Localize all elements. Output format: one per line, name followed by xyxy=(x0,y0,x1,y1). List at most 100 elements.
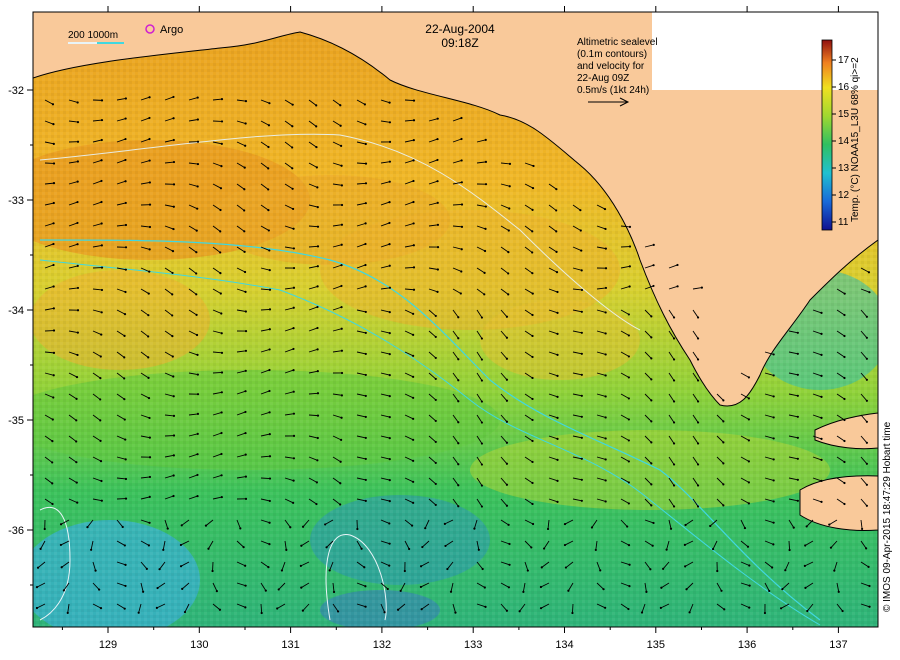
velocity-arrow-head xyxy=(204,524,208,527)
velocity-arrow-head xyxy=(386,587,389,591)
velocity-arrow-head xyxy=(796,373,799,376)
velocity-arrow-head xyxy=(650,441,653,444)
velocity-arrow-head xyxy=(100,288,104,292)
velocity-arrow-head xyxy=(388,353,391,356)
velocity-arrow-head xyxy=(696,379,700,382)
velocity-arrow-head xyxy=(652,243,655,246)
velocity-arrow-head xyxy=(356,527,359,531)
velocity-arrow-head xyxy=(292,501,295,504)
velocity-arrow-head xyxy=(268,249,271,252)
velocity-arrow-head xyxy=(147,292,150,295)
velocity-arrow-head xyxy=(556,290,559,294)
velocity-arrow-head xyxy=(696,484,700,487)
velocity-arrow-head xyxy=(480,421,484,424)
velocity-arrow-head xyxy=(388,121,392,124)
velocity-arrow-head xyxy=(662,567,665,570)
velocity-arrow-head xyxy=(843,313,846,317)
velocity-arrow-head xyxy=(325,546,328,549)
velocity-arrow-head xyxy=(457,316,460,319)
velocity-arrow-head xyxy=(196,353,199,357)
velocity-arrow-head xyxy=(865,504,868,507)
velocity-arrow-head xyxy=(531,439,534,443)
velocity-arrow-head xyxy=(434,377,437,381)
velocity-arrow-head xyxy=(604,247,607,250)
velocity-arrow-head xyxy=(340,243,343,246)
velocity-arrow-head xyxy=(628,265,631,268)
velocity-arrow xyxy=(404,266,415,269)
velocity-arrow-head xyxy=(76,121,80,124)
velocity-arrow-head xyxy=(546,527,550,531)
velocity-arrow-head xyxy=(148,159,151,162)
velocity-arrow-head xyxy=(388,437,391,440)
velocity-arrow-head xyxy=(339,124,342,127)
velocity-arrow-head xyxy=(268,499,271,503)
velocity-arrow-head xyxy=(340,203,344,207)
velocity-arrow-head xyxy=(860,527,864,531)
velocity-arrow-head xyxy=(434,482,437,486)
velocity-arrow-head xyxy=(556,311,559,314)
velocity-arrow-head xyxy=(449,590,453,593)
velocity-arrow-head xyxy=(483,293,486,296)
velocity-arrow-head xyxy=(195,293,198,296)
velocity-arrow-head xyxy=(820,353,823,357)
velocity-arrow-head xyxy=(650,315,653,318)
velocity-arrow-head xyxy=(52,263,55,267)
velocity-arrow-head xyxy=(412,179,415,183)
velocity-arrow-head xyxy=(75,397,78,400)
velocity-arrow-head xyxy=(684,523,687,527)
velocity-arrow-head xyxy=(784,569,787,572)
velocity-arrow-head xyxy=(268,328,271,331)
velocity-arrow-head xyxy=(98,588,101,591)
velocity-arrow-head xyxy=(650,336,653,339)
velocity-arrow-head xyxy=(219,292,222,295)
velocity-arrow-head xyxy=(100,266,104,269)
velocity-arrow-head xyxy=(171,271,174,275)
contour-legend-label: 200 1000m xyxy=(68,30,118,41)
velocity-arrow-head xyxy=(672,337,676,340)
velocity-arrow-head xyxy=(484,183,488,186)
velocity-arrow-head xyxy=(772,437,775,440)
colorbar-label: Temp. (°C) NOAA15_L3U 68% qi>=2 xyxy=(850,57,861,222)
velocity-arrow-head xyxy=(292,227,295,230)
velocity-arrow-head xyxy=(627,543,631,547)
velocity-arrow-head xyxy=(220,371,224,374)
velocity-arrow-head xyxy=(457,337,460,340)
velocity-arrow-head xyxy=(183,610,187,614)
velocity-arrow-head xyxy=(434,461,437,465)
velocity-arrow-head xyxy=(364,123,367,126)
velocity-arrow-head xyxy=(843,439,846,443)
velocity-arrow-head xyxy=(316,205,319,209)
velocity-arrow-head xyxy=(364,585,367,588)
velocity-arrow-head xyxy=(531,481,534,485)
velocity-arrow-head xyxy=(148,181,151,184)
velocity-arrow-head xyxy=(316,459,319,462)
velocity-arrow-head xyxy=(833,569,836,572)
velocity-arrow-head xyxy=(124,158,127,162)
velocity-arrow-head xyxy=(604,267,608,270)
velocity-arrow-head xyxy=(364,202,367,205)
velocity-arrow-head xyxy=(244,290,247,293)
velocity-arrow-head xyxy=(507,293,510,296)
velocity-arrow-head xyxy=(388,160,392,163)
velocity-arrow-head xyxy=(60,566,63,569)
velocity-arrow-head xyxy=(172,205,175,208)
velocity-arrow-head xyxy=(267,145,270,149)
velocity-arrow-head xyxy=(292,479,295,482)
velocity-arrow-head xyxy=(242,546,245,549)
velocity-arrow-head xyxy=(220,431,223,435)
velocity-arrow xyxy=(212,372,223,374)
velocity-arrow-head xyxy=(603,207,607,211)
velocity-arrow-head xyxy=(267,167,270,170)
velocity-arrow-head xyxy=(868,605,871,608)
velocity-arrow-head xyxy=(434,356,437,360)
colorbar-tick-label: 13 xyxy=(838,163,850,174)
velocity-arrow-head xyxy=(76,180,79,183)
velocity-arrow-head xyxy=(746,545,750,548)
velocity-arrow-head xyxy=(580,499,583,502)
velocity-arrow-head xyxy=(66,611,69,615)
velocity-arrow-head xyxy=(556,416,559,419)
velocity-arrow-head xyxy=(788,548,791,552)
x-tick-label: 135 xyxy=(647,639,665,651)
velocity-arrow-head xyxy=(772,374,775,377)
note-line: Altimetric sealevel xyxy=(577,37,658,48)
